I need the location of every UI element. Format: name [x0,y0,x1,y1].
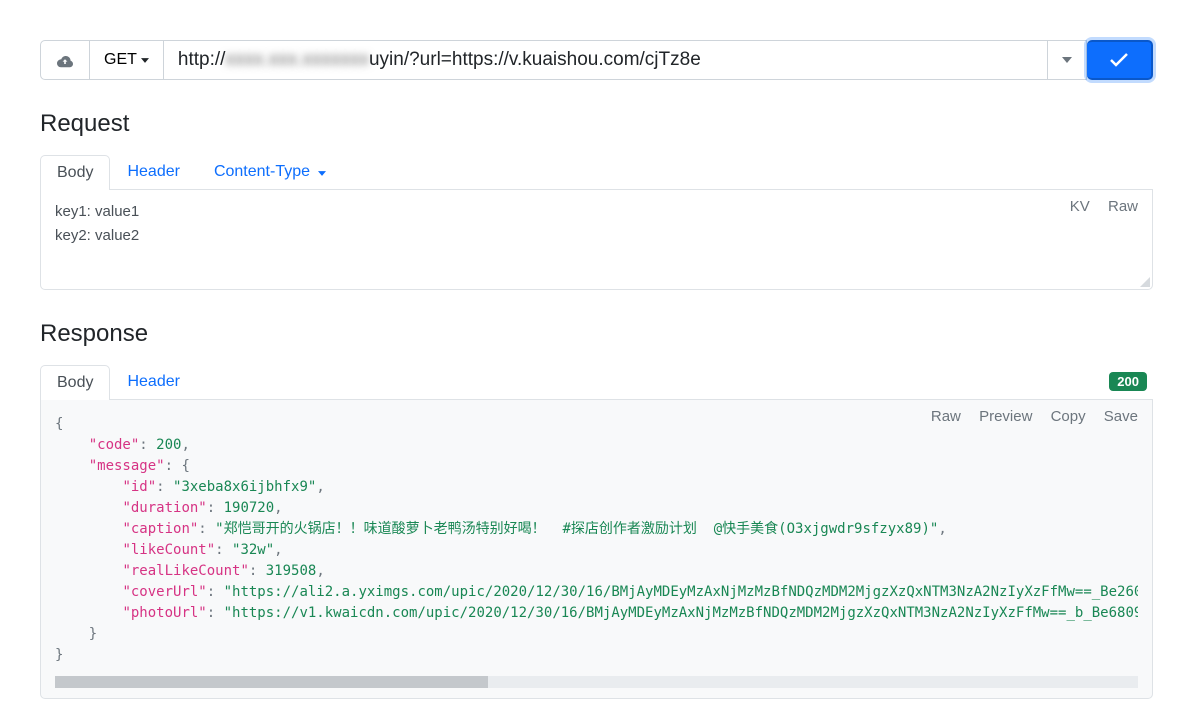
status-badge: 200 [1109,372,1147,391]
request-toolbar: GET http://xxxx.xxx.xxxxxxxuyin/?url=htt… [40,40,1153,80]
action-preview[interactable]: Preview [979,408,1032,425]
caret-down-icon [318,171,326,176]
url-history-dropdown[interactable] [1048,40,1087,80]
resize-handle[interactable] [1140,277,1150,287]
action-copy[interactable]: Copy [1051,408,1086,425]
response-tabs: Body Header 200 [40,364,1153,400]
tab-body[interactable]: Body [40,155,110,190]
request-body-panel[interactable]: KV Raw key1: value1 key2: value2 [40,190,1153,290]
cloud-upload-icon [55,52,75,68]
tab-response-header[interactable]: Header [110,364,196,399]
tab-header[interactable]: Header [110,154,196,189]
upload-button[interactable] [40,40,90,80]
action-save[interactable]: Save [1104,408,1138,425]
tab-content-type[interactable]: Content-Type [197,154,344,189]
raw-toggle[interactable]: Raw [1108,198,1138,215]
caret-down-icon [1062,57,1072,63]
kv-toggle[interactable]: KV [1070,198,1090,215]
url-input[interactable]: http://xxxx.xxx.xxxxxxxuyin/?url=https:/… [164,40,1048,80]
http-method-label: GET [104,51,137,69]
request-section-title: Request [40,110,1153,138]
response-json: { "code": 200, "message": { "id": "3xeba… [55,410,1138,670]
request-body-text: key1: value1 key2: value2 [55,200,1138,248]
response-body-panel: Raw Preview Copy Save { "code": 200, "me… [40,400,1153,699]
check-icon [1109,52,1129,68]
http-method-select[interactable]: GET [90,40,164,80]
action-raw[interactable]: Raw [931,408,961,425]
request-tabs: Body Header Content-Type [40,154,1153,190]
send-button[interactable] [1087,40,1153,80]
tab-response-body[interactable]: Body [40,365,110,400]
caret-down-icon [141,58,149,63]
response-section-title: Response [40,320,1153,348]
horizontal-scrollbar[interactable] [55,676,1138,688]
